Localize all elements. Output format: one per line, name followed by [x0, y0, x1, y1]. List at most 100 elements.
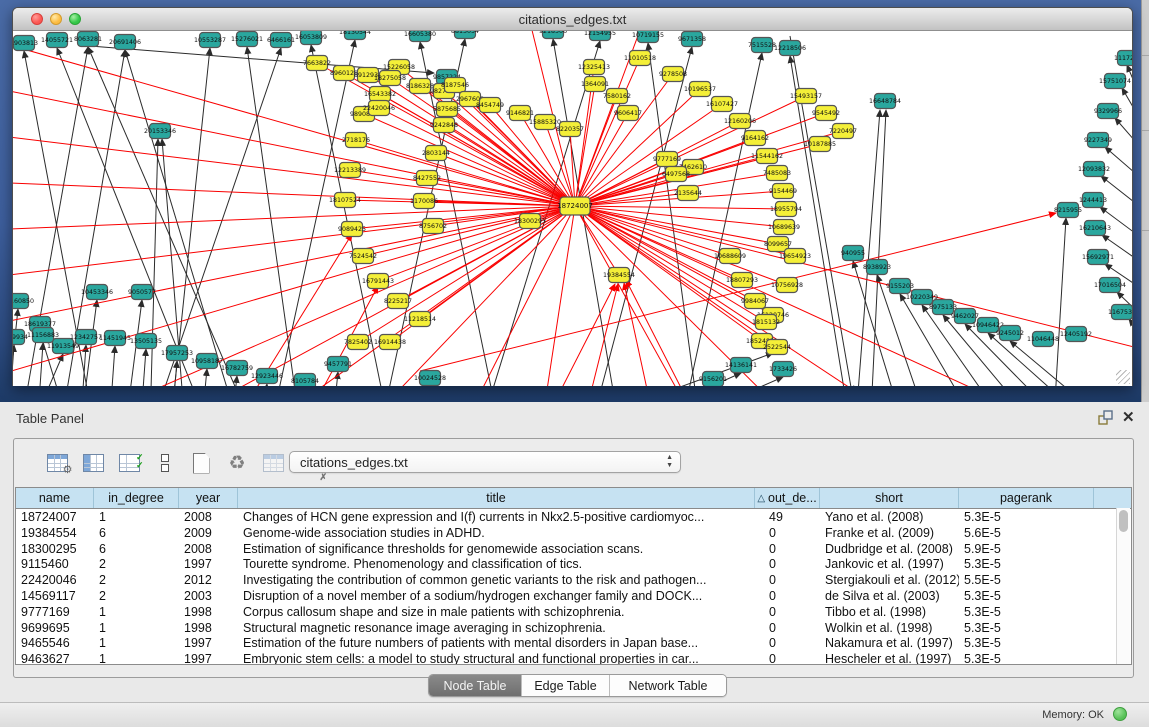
graph-node[interactable]: 16543382	[364, 87, 396, 102]
graph-node[interactable]: 9242848	[430, 118, 458, 133]
show-column-button[interactable]	[80, 450, 106, 476]
graph-node[interactable]: 16053809	[295, 31, 327, 45]
graph-node[interactable]: 8756702	[419, 219, 447, 234]
column-header-year[interactable]: year	[179, 488, 238, 508]
graph-node[interactable]: 20153346	[144, 124, 176, 139]
graph-node[interactable]: 2135644	[674, 186, 702, 201]
column-header-name[interactable]: name	[16, 488, 94, 508]
graph-node[interactable]: 9050577	[128, 285, 156, 300]
graph-node[interactable]: 15276021	[231, 32, 263, 47]
graph-node[interactable]: 10453346	[81, 285, 113, 300]
graph-node[interactable]: 7524542	[349, 249, 377, 264]
graph-node[interactable]: 10553287	[194, 33, 226, 48]
graph-node[interactable]: 11544162	[751, 149, 783, 164]
graph-node[interactable]: 5875685	[433, 102, 461, 117]
graph-node[interactable]: 1170086	[410, 194, 438, 209]
graph-node[interactable]: 1903813	[13, 36, 38, 51]
graph-node[interactable]: 9154469	[769, 184, 797, 199]
graph-node[interactable]: 940955	[841, 246, 865, 261]
graph-node[interactable]: 2522544	[763, 340, 791, 355]
column-header-in-degree[interactable]: in_degree	[94, 488, 179, 508]
table-row[interactable]: 969969511998Structural magnetic resonanc…	[16, 620, 1131, 636]
graph-node[interactable]: 10958187	[191, 354, 223, 369]
graph-node[interactable]: 16605380	[404, 31, 436, 42]
graph-node[interactable]: 9245012	[996, 326, 1024, 341]
graph-node[interactable]: 16791443	[362, 274, 394, 289]
graph-node[interactable]: 6497568	[662, 167, 690, 182]
graph-node[interactable]: 9218506	[539, 31, 567, 39]
graph-node[interactable]: 9545492	[812, 106, 840, 121]
graph-node[interactable]: 8105784	[291, 374, 319, 387]
table-row[interactable]: 946362711997Embryonic stem cells: a mode…	[16, 651, 1131, 665]
column-header-pagerank[interactable]: pagerank	[959, 488, 1094, 508]
graph-node[interactable]: 8220357	[556, 122, 584, 137]
graph-node[interactable]: 8813054	[451, 31, 479, 39]
graph-node[interactable]: 9089425	[338, 222, 366, 237]
table-settings-button[interactable]: ⚙	[44, 450, 70, 476]
graph-node[interactable]: 9606417	[614, 106, 642, 121]
table-row[interactable]: 977716911998Corpus callosum shape and si…	[16, 604, 1131, 620]
graph-node[interactable]: 7825402	[344, 335, 372, 350]
table-vertical-scrollbar[interactable]	[1116, 508, 1130, 664]
graph-node[interactable]: 9227349	[1084, 133, 1112, 148]
graph-node[interactable]: 12923446	[251, 369, 283, 384]
table-row[interactable]: 946554611997Estimation of the future num…	[16, 635, 1131, 651]
table-row[interactable]: 1456911722003Disruption of a novel membe…	[16, 588, 1131, 604]
graph-node[interactable]: 16648784	[869, 94, 901, 109]
network-window-titlebar[interactable]: citations_edges.txt	[13, 8, 1132, 31]
table-row[interactable]: 911546021997Tourette syndrome. Phenomeno…	[16, 556, 1131, 572]
graph-node[interactable]: 10719155	[632, 31, 664, 43]
graph-node[interactable]: 9164162	[741, 131, 769, 146]
graph-node[interactable]: 16210643	[1079, 221, 1111, 236]
graph-node[interactable]: 7485083	[763, 166, 791, 181]
float-panel-icon[interactable]	[1098, 410, 1116, 426]
graph-node[interactable]: 15692971	[1082, 250, 1114, 265]
table-row[interactable]: 1872400712008Changes of HCN gene express…	[16, 509, 1131, 525]
graph-node[interactable]: 1733426	[769, 362, 797, 377]
graph-node[interactable]: 2803144	[422, 146, 450, 161]
graph-node[interactable]: 10196537	[684, 82, 716, 97]
table-row[interactable]: 1938455462009Genome-wide association stu…	[16, 525, 1131, 541]
network-table-select[interactable]: citations_edges.txt ▲▼	[289, 451, 681, 473]
column-header-short[interactable]: short	[820, 488, 959, 508]
graph-node[interactable]: 1244413	[1079, 193, 1107, 208]
toggle-rows-button[interactable]	[152, 450, 178, 476]
graph-node[interactable]: 18955794	[770, 202, 802, 217]
graph-node[interactable]: 13505135	[130, 334, 162, 349]
graph-node[interactable]: 3919934	[13, 330, 28, 345]
graph-node[interactable]: 8215955	[1054, 203, 1082, 218]
graph-node[interactable]: 18130544	[339, 31, 371, 40]
graph-node[interactable]: 7515528	[748, 38, 776, 53]
graph-node[interactable]: 12405192	[1060, 327, 1092, 342]
graph-node[interactable]: 8225217	[384, 294, 412, 309]
memory-ok-icon[interactable]	[1113, 707, 1127, 721]
graph-node[interactable]: 16914438	[374, 335, 406, 350]
graph-node[interactable]: 7580162	[603, 89, 631, 104]
network-canvas[interactable]: 1903813140557218063281206914061055328715…	[13, 31, 1132, 386]
graph-node[interactable]: 7220497	[829, 124, 857, 139]
graph-node[interactable]: 17016504	[1094, 278, 1126, 293]
graph-node[interactable]: 12325413	[578, 60, 610, 75]
tab-edge-table[interactable]: Edge Table	[521, 675, 609, 696]
graph-node[interactable]: 18724007	[557, 197, 593, 215]
graph-node[interactable]: 9457791	[324, 357, 352, 372]
scrollbar-thumb[interactable]	[1119, 510, 1128, 532]
graph-node[interactable]: 2718176	[342, 133, 370, 148]
graph-node[interactable]: 1815132	[752, 315, 780, 330]
graph-node[interactable]: 6466161	[267, 33, 295, 48]
graph-node[interactable]: 8187546	[441, 78, 469, 93]
tab-network-table[interactable]: Network Table	[609, 675, 726, 696]
graph-node[interactable]: 8938923	[863, 260, 891, 275]
graph-node[interactable]: 11046448	[1027, 332, 1059, 347]
graph-node[interactable]: 11451945	[99, 331, 131, 346]
graph-node[interactable]: 20691406	[109, 35, 141, 50]
graph-node[interactable]: 10024528	[414, 371, 446, 386]
select-all-columns-button[interactable]: ✓✓	[116, 450, 142, 476]
graph-node[interactable]: 8454749	[476, 98, 504, 113]
graph-node[interactable]: 12218506	[774, 41, 806, 56]
graph-node[interactable]: 17957253	[161, 346, 193, 361]
graph-node[interactable]: 1167534	[1108, 305, 1132, 320]
resize-grip[interactable]	[1116, 370, 1130, 384]
table-row[interactable]: 2242004622012Investigating the contribut…	[16, 572, 1131, 588]
graph-node[interactable]: 9671358	[678, 32, 706, 47]
